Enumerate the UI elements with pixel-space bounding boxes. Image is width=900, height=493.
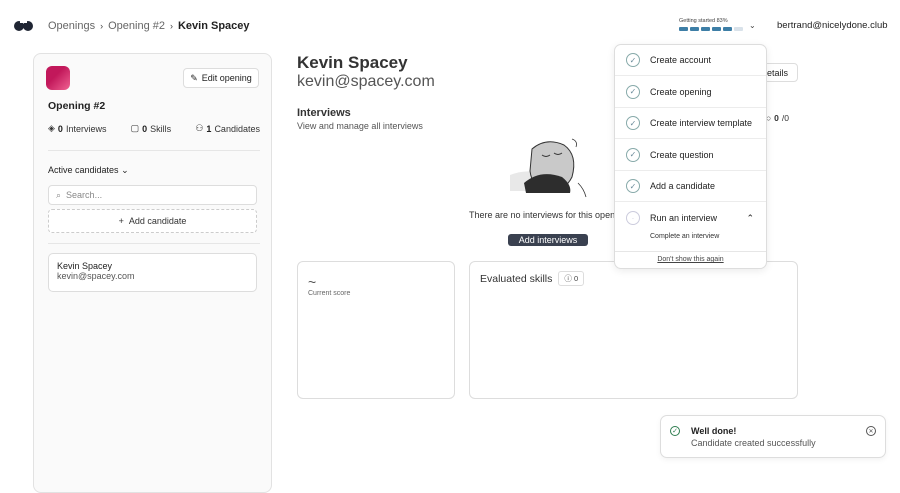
- add-candidate-label: Add candidate: [128, 216, 187, 226]
- candidate-email-heading: kevin@spacey.com: [297, 73, 435, 90]
- checklist-item-label: Create opening: [650, 86, 712, 97]
- stat-value: 1: [206, 123, 212, 134]
- breadcrumb: Openings › Opening #2 › Kevin Spacey: [48, 20, 250, 32]
- edit-opening-button[interactable]: ✎ Edit opening: [183, 68, 259, 88]
- breadcrumb-opening[interactable]: Opening #2: [108, 20, 165, 32]
- breadcrumb-openings[interactable]: Openings: [48, 20, 95, 32]
- app-logo-icon[interactable]: [14, 18, 34, 34]
- checklist-item-label: Create question: [650, 149, 714, 160]
- users-icon: ⚇: [195, 123, 204, 133]
- stat-interviews: ◈ 0 Interviews: [48, 123, 106, 134]
- getting-started-label: Getting started 83%: [679, 18, 728, 24]
- divider: [615, 251, 766, 252]
- check-circle-icon: ✓: [670, 426, 680, 436]
- divider: [48, 150, 260, 151]
- user-email[interactable]: bertrand@nicelydone.club: [777, 20, 888, 31]
- success-toast: ✓ Well done! Candidate created successfu…: [660, 415, 886, 458]
- current-score-label: Current score: [308, 290, 351, 297]
- check-circle-icon: ✓: [626, 53, 640, 67]
- candidate-card[interactable]: Kevin Spacey kevin@spacey.com: [48, 253, 257, 292]
- opening-avatar: [46, 66, 70, 90]
- checklist-item-label: Create interview template: [650, 118, 753, 128]
- evaluated-skills-header: Evaluated skills ⓘ 0: [480, 271, 585, 286]
- checklist-sub-item[interactable]: Complete an interview: [650, 233, 719, 240]
- active-candidates-filter[interactable]: Active candidates ⌄: [48, 165, 129, 176]
- sleeping-illustration: [510, 138, 587, 198]
- interviews-subtitle: View and manage all interviews: [297, 121, 423, 131]
- stat-candidates: ⚇ 1 Candidates: [195, 123, 260, 134]
- close-icon[interactable]: ✕: [866, 426, 876, 436]
- candidate-title: Kevin Spacey: [297, 53, 408, 72]
- checklist-item[interactable]: ✓ Create account: [615, 45, 766, 76]
- score-chip: ○ 0/0: [766, 113, 789, 123]
- skills-count: 0: [573, 274, 579, 283]
- info-icon: ⓘ: [564, 274, 572, 283]
- search-placeholder: Search...: [66, 190, 103, 200]
- chevron-right-icon: ›: [100, 21, 104, 31]
- stat-label: Skills: [150, 123, 172, 134]
- plus-icon: +: [118, 216, 124, 226]
- opening-title: Opening #2: [48, 100, 106, 112]
- layers-icon: ◈: [48, 123, 55, 133]
- check-circle-icon: ✓: [626, 84, 640, 99]
- empty-circle-icon: ·: [626, 211, 640, 225]
- check-circle-icon: ✓: [626, 116, 640, 130]
- opening-sidebar: ✎ Edit opening Opening #2 ◈ 0 Interviews ▢…: [33, 53, 272, 493]
- checklist-item[interactable]: ✓ Add a candidate: [615, 171, 766, 202]
- no-interviews-text: There are no interviews for this openi: [469, 210, 618, 220]
- add-candidate-button[interactable]: + Add candidate: [48, 209, 257, 233]
- progress-segment: [701, 27, 710, 31]
- chevron-up-icon[interactable]: ⌃: [746, 213, 754, 224]
- candidate-search-input[interactable]: ⌕ Search...: [48, 185, 257, 205]
- chevron-down-icon[interactable]: ⌄: [749, 21, 756, 30]
- filter-label: Active candidates: [48, 165, 119, 175]
- checklist-item-label: Create account: [650, 55, 712, 65]
- chevron-down-icon: ⌄: [121, 165, 129, 175]
- interviews-heading: Interviews: [297, 107, 351, 119]
- chevron-right-icon: ›: [169, 21, 173, 31]
- checklist-item[interactable]: ✓ Create interview template: [615, 108, 766, 139]
- checklist-item-label: Add a candidate: [650, 181, 716, 191]
- breadcrumb-current: Kevin Spacey: [177, 20, 250, 32]
- checklist-item[interactable]: ✓ Create question: [615, 140, 766, 171]
- progress-segment: [712, 27, 721, 31]
- check-circle-icon: ✓: [626, 147, 640, 162]
- progress-segment: [690, 27, 699, 31]
- toast-message: Candidate created successfully: [691, 438, 816, 448]
- skills-count-badge: ⓘ 0: [558, 271, 585, 286]
- score-value: 0: [774, 113, 779, 123]
- divider: [48, 243, 260, 244]
- pencil-icon: ✎: [190, 72, 198, 83]
- candidate-email: kevin@spacey.com: [57, 271, 135, 281]
- dont-show-again-link[interactable]: Don't show this again: [615, 256, 766, 263]
- evaluated-skills-title: Evaluated skills: [480, 272, 553, 285]
- check-circle-icon: ✓: [626, 179, 640, 193]
- skills-icon: ▢: [130, 123, 140, 133]
- toast-title: Well done!: [691, 426, 737, 436]
- search-icon: ⌕: [56, 189, 62, 200]
- getting-started-progress[interactable]: Getting started 83%: [679, 18, 743, 31]
- progress-segment: [723, 27, 732, 31]
- add-interviews-button[interactable]: Add interviews: [508, 234, 588, 246]
- current-score-card: ~ Current score: [297, 261, 455, 399]
- stat-label: Candidates: [214, 123, 260, 134]
- getting-started-menu: Complete an interview Don't show this ag…: [614, 44, 767, 269]
- stat-value: 0: [57, 123, 63, 134]
- evaluated-skills-card: Evaluated skills ⓘ 0: [469, 261, 798, 399]
- stat-skills: ▢ 0 Skills: [131, 123, 172, 134]
- stat-label: Interviews: [65, 123, 107, 134]
- progress-segment: [679, 27, 688, 31]
- progress-bar: [679, 27, 743, 31]
- stat-value: 0: [142, 123, 148, 134]
- current-score-value: ~: [308, 274, 317, 290]
- progress-segment: [734, 27, 743, 31]
- checklist-item[interactable]: ✓ Create opening: [615, 77, 766, 108]
- candidate-name: Kevin Spacey: [57, 261, 113, 271]
- opening-stats: ◈ 0 Interviews ▢ 0 Skills ⚇ 1 Candidates: [48, 123, 260, 134]
- score-total: /0: [781, 113, 789, 123]
- edit-opening-label: Edit opening: [201, 73, 252, 83]
- checklist-item[interactable]: · Run an interview ⌃: [615, 203, 766, 234]
- checklist-item-label: Run an interview: [650, 213, 718, 223]
